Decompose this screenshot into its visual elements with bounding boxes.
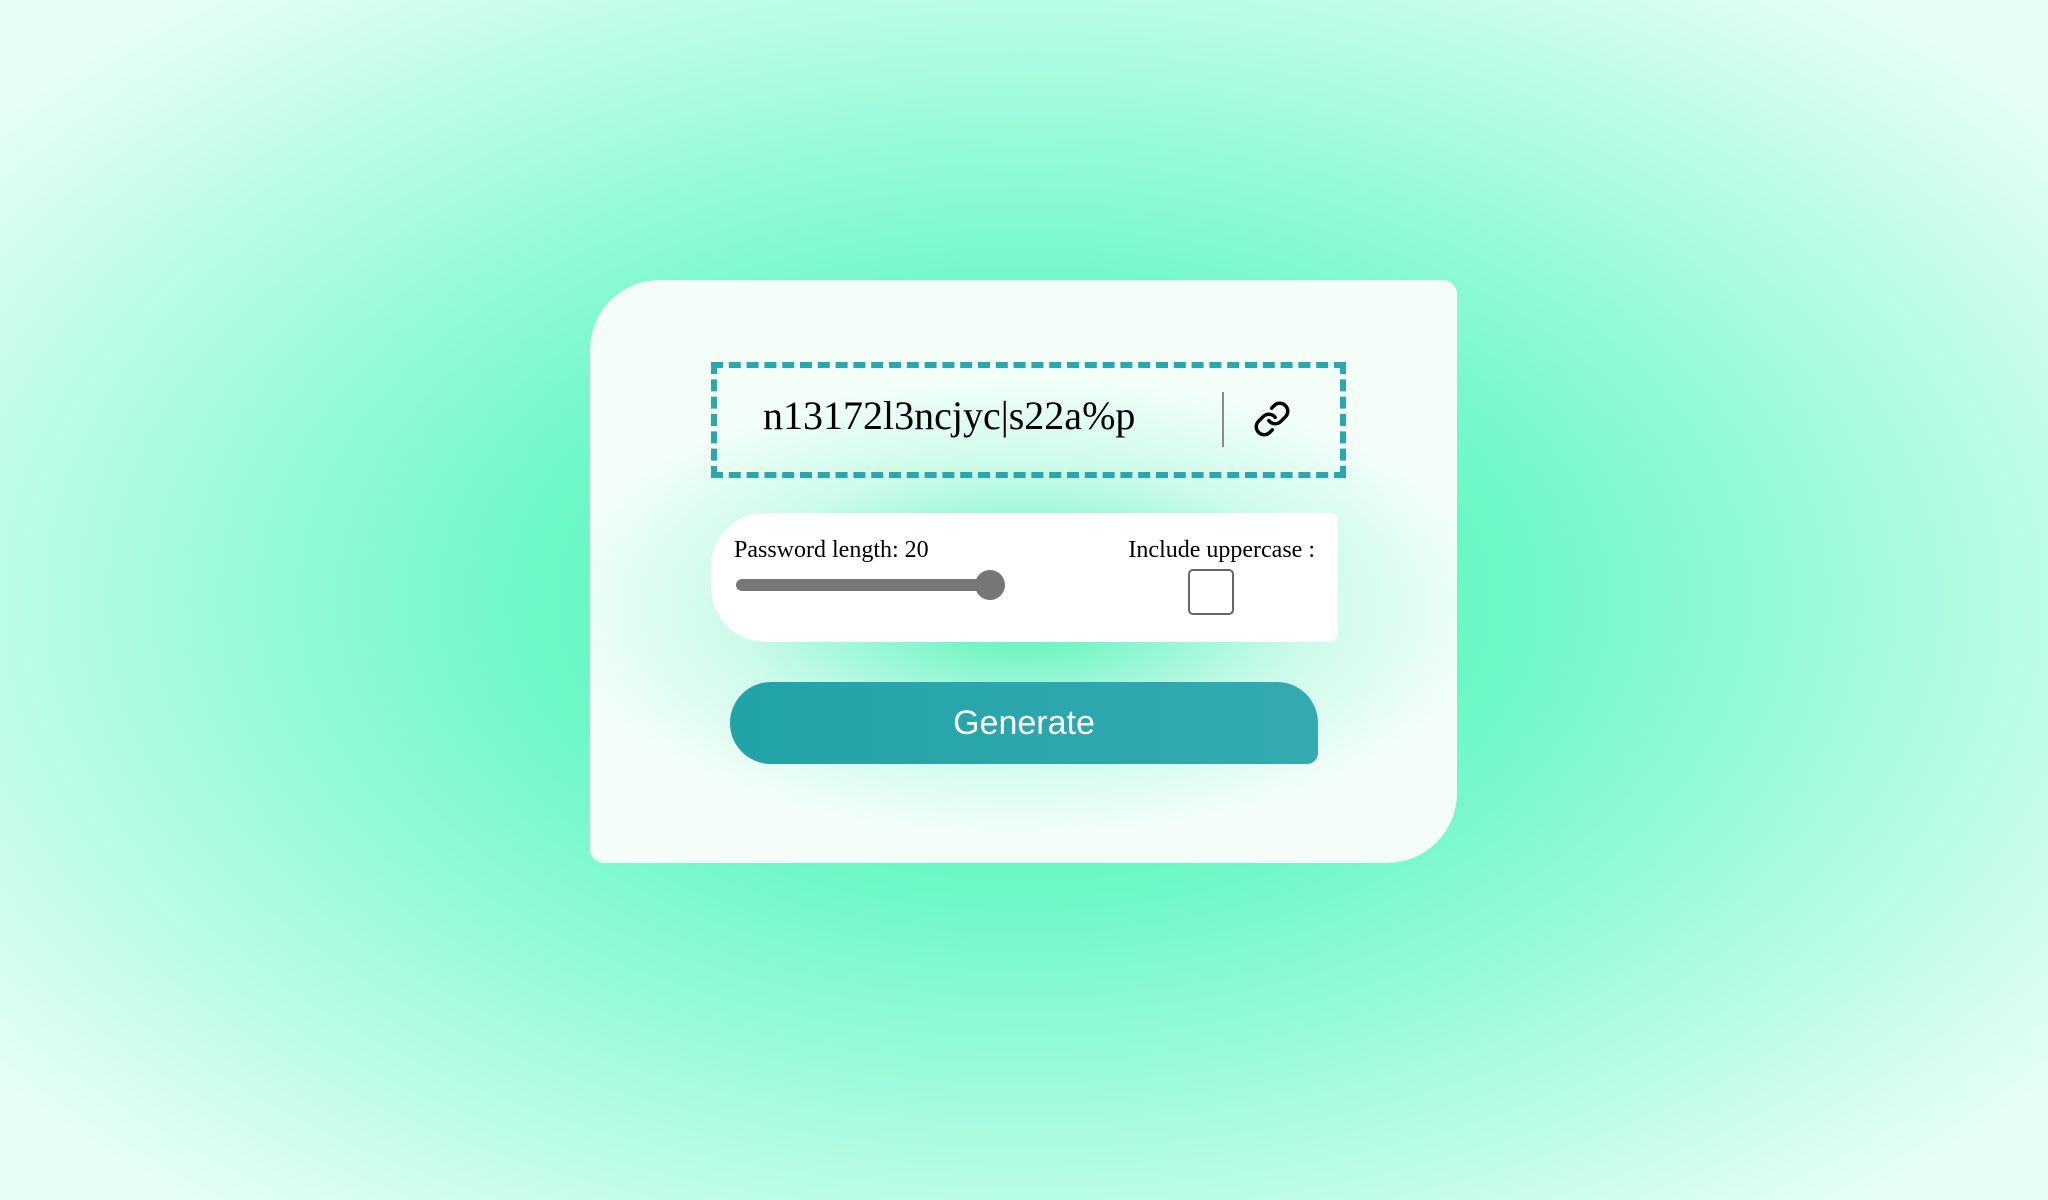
link-icon xyxy=(1254,401,1290,437)
slider-thumb[interactable] xyxy=(975,570,1005,600)
password-display: n13172l3ncjyc|s22a%p xyxy=(711,362,1346,478)
copy-link-button[interactable] xyxy=(1249,396,1295,442)
password-value: n13172l3ncjyc|s22a%p xyxy=(763,393,1136,438)
password-length-label: Password length: 20 xyxy=(734,537,929,563)
include-uppercase-checkbox[interactable] xyxy=(1188,569,1234,615)
generate-button[interactable]: Generate xyxy=(730,682,1318,764)
divider xyxy=(1222,392,1224,447)
slider-track xyxy=(736,579,990,591)
include-uppercase-label: Include uppercase : xyxy=(1128,537,1315,563)
options-panel: Password length: 20 Include uppercase : xyxy=(711,513,1338,642)
password-length-slider[interactable] xyxy=(736,570,1005,600)
